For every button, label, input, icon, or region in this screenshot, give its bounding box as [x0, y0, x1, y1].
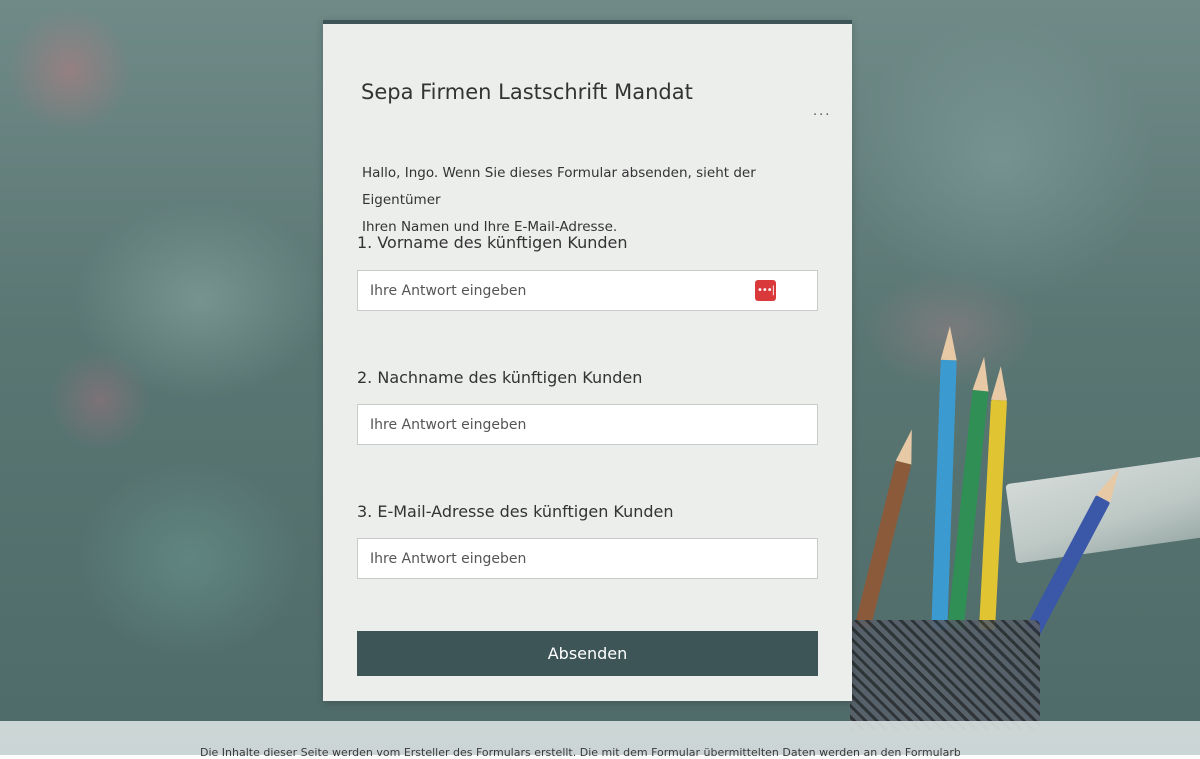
- question-1-input[interactable]: [357, 270, 818, 311]
- pencil-cup: [850, 620, 1040, 730]
- pencil-brown: [854, 427, 920, 630]
- question-1-label: 1. Vorname des künftigen Kunden: [357, 233, 628, 252]
- footer-text: Die Inhalte dieser Seite werden vom Erst…: [200, 746, 960, 759]
- form-title: Sepa Firmen Lastschrift Mandat: [361, 80, 693, 104]
- question-3-label: 3. E-Mail-Adresse des künftigen Kunden: [357, 502, 674, 521]
- intro-line-1: Hallo, Ingo. Wenn Sie dieses Formular ab…: [362, 165, 756, 208]
- form-card: Sepa Firmen Lastschrift Mandat ... Hallo…: [323, 20, 852, 701]
- password-manager-icon[interactable]: •••|: [755, 280, 776, 301]
- intro-text: Hallo, Ingo. Wenn Sie dieses Formular ab…: [362, 160, 822, 241]
- question-3-input[interactable]: [357, 538, 818, 579]
- more-options-button[interactable]: ...: [813, 104, 831, 119]
- submit-button[interactable]: Absenden: [357, 631, 818, 676]
- question-2-label: 2. Nachname des künftigen Kunden: [357, 368, 643, 387]
- question-2-input[interactable]: [357, 404, 818, 445]
